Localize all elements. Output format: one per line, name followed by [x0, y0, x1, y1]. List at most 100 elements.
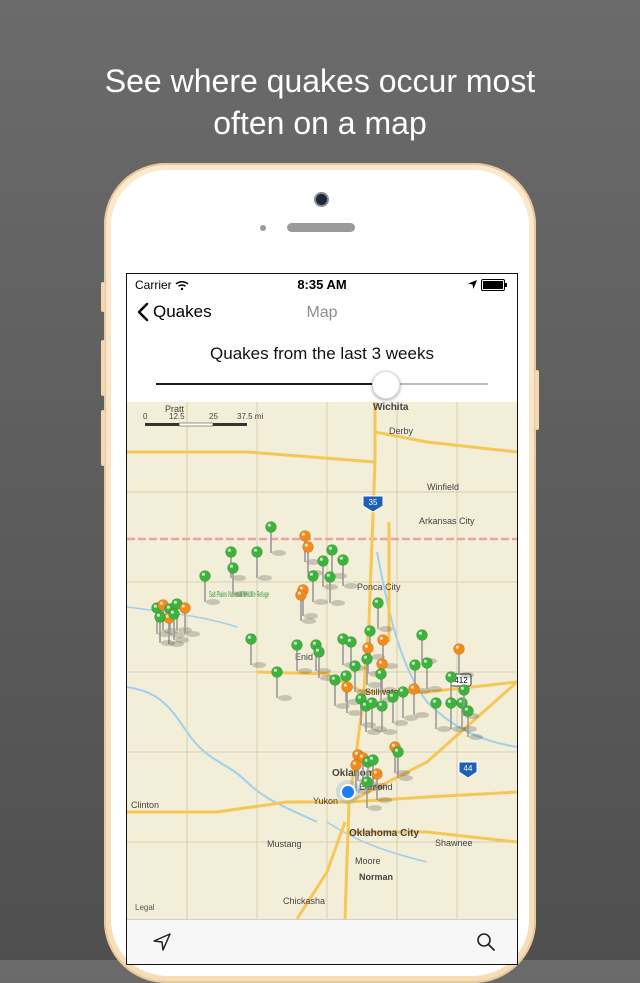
pin-highlight [377, 670, 381, 674]
pin-shadow [314, 599, 328, 605]
pin-shadow [336, 703, 350, 709]
pin-head [179, 602, 191, 614]
pin-shadow [298, 668, 312, 674]
pin-head [445, 697, 457, 709]
pin-shadow [368, 805, 382, 811]
pin-head [416, 629, 428, 641]
pin-highlight [418, 631, 422, 635]
pin-highlight [170, 610, 174, 614]
pin-shadow [161, 640, 175, 646]
pin-head [271, 666, 283, 678]
pin-highlight [156, 613, 160, 617]
pin-highlight [354, 751, 358, 755]
pin-shadow [348, 710, 362, 716]
pin-head [392, 746, 404, 758]
pin-highlight [399, 688, 403, 692]
pin-head [361, 653, 373, 665]
pin-highlight [410, 685, 414, 689]
pin-shadow [368, 682, 382, 688]
place-chickasha: Chickasha [283, 896, 325, 906]
time-range-slider[interactable] [156, 370, 488, 399]
pin-highlight [378, 702, 382, 706]
pin-highlight [173, 600, 177, 604]
pin-head [445, 671, 457, 683]
pin-shadow [379, 626, 393, 632]
pin-head [421, 657, 433, 669]
pin-shadow [463, 726, 477, 732]
pin-head [291, 639, 303, 651]
map-legal-link[interactable]: Legal [135, 903, 155, 912]
pin-head [408, 683, 420, 695]
place-oklahoma-city: Oklahoma City [349, 828, 419, 839]
promo-headline: See where quakes occur most often on a m… [0, 60, 640, 144]
pin-head [367, 754, 379, 766]
pin-highlight [464, 707, 468, 711]
place-wichita: Wichita [373, 402, 409, 413]
filter-label: Quakes from the last 3 weeks [210, 344, 434, 363]
pin-head [462, 705, 474, 717]
location-arrow-icon[interactable] [151, 931, 173, 953]
place-clinton: Clinton [131, 800, 159, 810]
pin-highlight [166, 605, 170, 609]
pin-shadow [304, 613, 318, 619]
pin-shadow [362, 722, 376, 728]
pin-highlight [153, 604, 157, 608]
slider-thumb[interactable] [372, 371, 401, 399]
pin-shadow [175, 637, 189, 643]
place-yukon: Yukon [313, 796, 338, 806]
pin-head [295, 589, 307, 601]
pin-head [340, 670, 352, 682]
mute-switch [101, 282, 105, 312]
pin-highlight [359, 754, 363, 758]
pin-head [317, 555, 329, 567]
pin-highlight [363, 655, 367, 659]
pin-highlight [460, 686, 464, 690]
slider-track-fill [156, 383, 386, 385]
pin-head [458, 684, 470, 696]
status-time: 8:35 AM [297, 277, 347, 292]
pin-shadow [232, 575, 246, 581]
pin-highlight [411, 661, 415, 665]
pin-highlight [159, 601, 163, 605]
pin-highlight [366, 627, 370, 631]
pin-highlight [319, 557, 323, 561]
headline-line-2: often on a map [213, 105, 427, 141]
pin-shadow [428, 686, 442, 692]
pin-head [227, 562, 239, 574]
pin-head [324, 571, 336, 583]
svg-text:44: 44 [464, 764, 473, 773]
pin-highlight [343, 683, 347, 687]
pin-head [453, 643, 465, 655]
pin-highlight [374, 599, 378, 603]
pin-head [377, 634, 389, 646]
pin-highlight [391, 743, 395, 747]
pin-highlight [312, 641, 316, 645]
pin-highlight [362, 702, 366, 706]
map-toolbar [127, 919, 517, 964]
pin-shadow [206, 599, 220, 605]
status-bar: Carrier 8:35 AM [127, 274, 517, 294]
pin-head [154, 611, 166, 623]
pin-highlight [229, 564, 233, 568]
navigation-bar: Quakes Map [127, 296, 517, 332]
pin-head [313, 646, 325, 658]
pin-head [364, 625, 376, 637]
pin-head [376, 700, 388, 712]
earthquake-map[interactable]: 35 412 44 0 12.5 25 37.5 mi Wichita Prat… [127, 402, 517, 919]
place-arkansas-city: Arkansas City [419, 516, 475, 526]
proximity-sensor [260, 225, 266, 231]
pin-head [409, 659, 421, 671]
svg-text:25: 25 [209, 412, 218, 421]
battery-icon [481, 279, 507, 291]
pin-highlight [297, 591, 301, 595]
search-icon[interactable] [475, 931, 497, 953]
location-services-icon [468, 280, 477, 289]
pin-highlight [253, 548, 257, 552]
place-derby: Derby [389, 426, 414, 436]
pin-shadow [186, 631, 200, 637]
pin-shadow [278, 695, 292, 701]
pin-shadow [399, 775, 413, 781]
pin-head [366, 697, 378, 709]
pin-highlight [339, 556, 343, 560]
pin-shadow [394, 720, 408, 726]
